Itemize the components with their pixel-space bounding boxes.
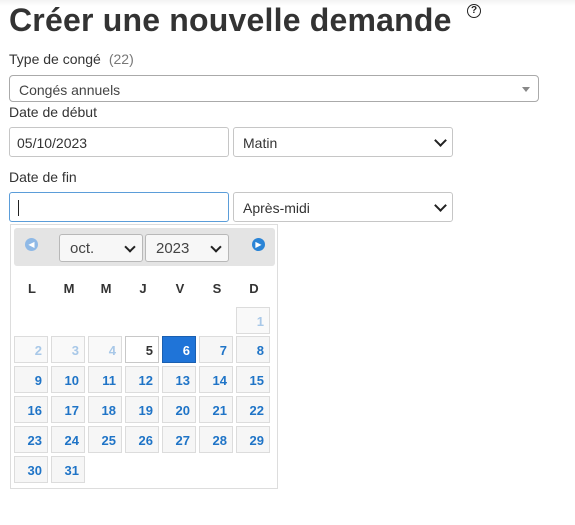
year-select[interactable]: 2023	[145, 234, 229, 262]
page-title: Créer une nouvelle demande	[9, 2, 452, 38]
weekday-label: V	[175, 281, 185, 296]
day-cell[interactable]: 5	[125, 336, 159, 363]
day-cell[interactable]: 2	[14, 336, 48, 363]
chevron-down-icon	[124, 241, 136, 253]
day-cell[interactable]: 21	[199, 396, 233, 423]
day-cell[interactable]: 18	[88, 396, 122, 423]
caret-down-icon	[522, 87, 530, 92]
text-cursor	[18, 200, 19, 216]
day-cell[interactable]: 7	[199, 336, 233, 363]
start-date-input[interactable]: 05/10/2023	[9, 127, 229, 157]
weekday-label: S	[212, 281, 222, 296]
day-cell[interactable]: 23	[14, 426, 48, 453]
day-cell[interactable]: 6	[162, 336, 196, 363]
leave-type-value: Congés annuels	[19, 82, 121, 98]
day-cell[interactable]: 17	[51, 396, 85, 423]
day-cell[interactable]: 22	[236, 396, 270, 423]
datepicker: ◀ oct. 2023 ▶ L M M J V S D 1 2 3 4 5 6 7 8 9 10 1…	[10, 224, 278, 489]
day-cell[interactable]: 8	[236, 336, 270, 363]
day-cell[interactable]: 11	[88, 366, 122, 393]
weekday-label: L	[28, 281, 36, 296]
year-value: 2023	[156, 240, 190, 257]
end-date-input[interactable]	[9, 192, 229, 222]
start-period-value: Matin	[243, 135, 278, 151]
day-cell[interactable]: 15	[236, 366, 270, 393]
end-period-value: Après-midi	[243, 200, 310, 216]
day-cell[interactable]: 28	[199, 426, 233, 453]
day-cell[interactable]: 24	[51, 426, 85, 453]
weekday-label: J	[139, 281, 147, 296]
month-select[interactable]: oct.	[59, 234, 143, 262]
chevron-down-icon	[434, 199, 447, 212]
leave-type-label-group: Type de congé (22)	[9, 51, 134, 67]
day-cell[interactable]: 19	[125, 396, 159, 423]
datepicker-header: ◀ oct. 2023 ▶	[14, 228, 275, 266]
day-cell[interactable]: 4	[88, 336, 122, 363]
weekday-label: D	[249, 281, 259, 296]
chevron-down-icon	[434, 134, 447, 147]
day-cell[interactable]: 1	[236, 307, 270, 334]
leave-type-select[interactable]: Congés annuels	[9, 75, 539, 102]
day-cell[interactable]: 31	[51, 456, 85, 483]
day-cell[interactable]: 13	[162, 366, 196, 393]
weekday-label: M	[63, 281, 75, 296]
day-cell[interactable]: 16	[14, 396, 48, 423]
day-cell[interactable]: 26	[125, 426, 159, 453]
day-cell[interactable]: 3	[51, 336, 85, 363]
leave-type-label: Type de congé	[9, 51, 101, 67]
end-period-select[interactable]: Après-midi	[233, 192, 453, 222]
day-cell[interactable]: 30	[14, 456, 48, 483]
start-period-select[interactable]: Matin	[233, 127, 453, 157]
day-cell[interactable]: 9	[14, 366, 48, 393]
start-date-value: 05/10/2023	[17, 135, 88, 151]
day-cell[interactable]: 12	[125, 366, 159, 393]
month-value: oct.	[70, 240, 95, 257]
leave-type-count: (22)	[108, 51, 134, 67]
day-cell[interactable]: 27	[162, 426, 196, 453]
weekday-label: M	[100, 281, 112, 296]
day-cell[interactable]: 25	[88, 426, 122, 453]
chevron-down-icon	[210, 241, 222, 253]
day-cell[interactable]: 10	[51, 366, 85, 393]
start-date-label: Date de début	[9, 104, 97, 120]
end-date-label: Date de fin	[9, 169, 77, 185]
day-cell[interactable]: 20	[162, 396, 196, 423]
prev-month-icon[interactable]: ◀	[25, 238, 38, 251]
next-month-icon[interactable]: ▶	[252, 238, 265, 251]
day-cell[interactable]: 29	[236, 426, 270, 453]
day-cell[interactable]: 14	[199, 366, 233, 393]
help-icon[interactable]: ?	[467, 4, 481, 18]
